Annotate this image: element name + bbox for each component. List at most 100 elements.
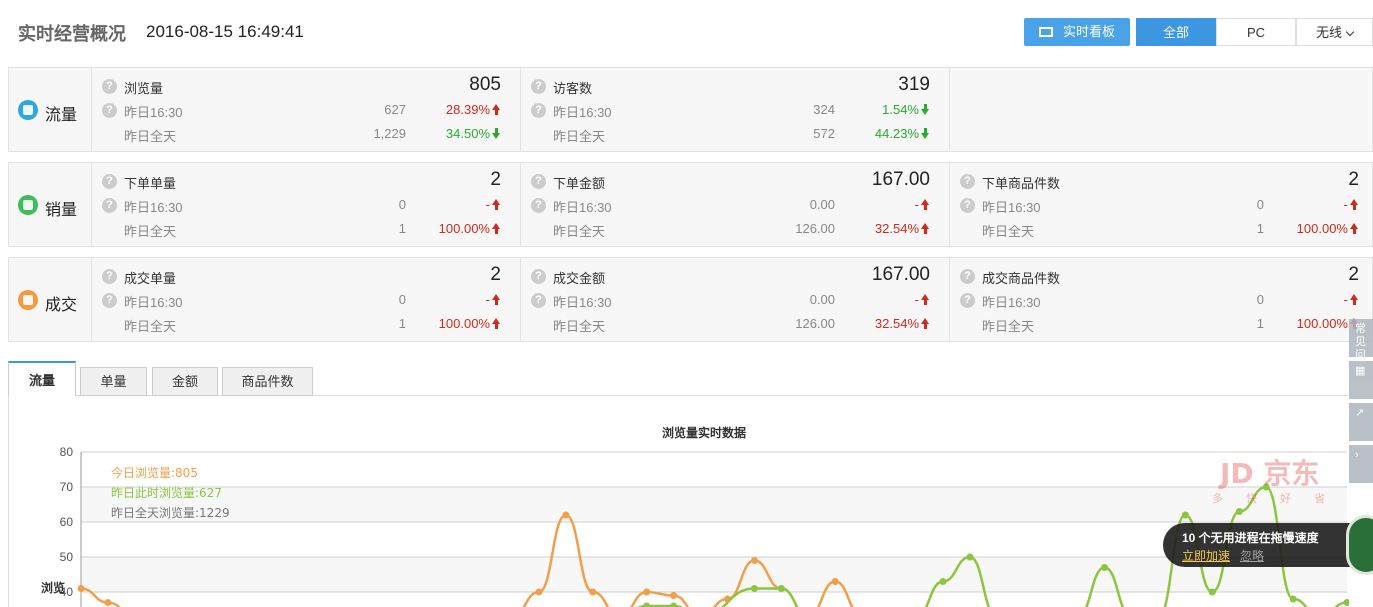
- data-point: [535, 588, 543, 596]
- row-name: 销量: [45, 202, 78, 219]
- segment-wireless-dropdown[interactable]: 无线: [1296, 18, 1373, 46]
- change-percent: -: [1343, 292, 1348, 307]
- edit-external-icon[interactable]: ↗: [1349, 403, 1373, 441]
- metric-name: 成交金额: [553, 271, 606, 286]
- help-icon[interactable]: ?: [960, 293, 975, 308]
- help-icon[interactable]: ?: [531, 269, 546, 284]
- data-point: [1289, 595, 1297, 603]
- metric-name: 成交单量: [124, 271, 177, 286]
- compare-label: 昨日全天: [553, 224, 606, 239]
- timestamp: 2016-08-15 16:49:41: [146, 22, 304, 41]
- metric-name: 下单金额: [553, 176, 606, 191]
- compare-value: 0.00: [809, 292, 835, 307]
- arrow-up-icon: [921, 318, 930, 329]
- help-icon[interactable]: ?: [102, 198, 117, 213]
- metric-cell: ? 成交金额 167.00? 昨日16:30 0.00 - 昨日全天 126.00 32.54%: [521, 258, 950, 341]
- metric-name: 浏览量: [124, 81, 164, 96]
- data-point: [939, 578, 947, 585]
- compare-label: 昨日16:30: [982, 295, 1041, 310]
- compare-label: 昨日16:30: [124, 200, 183, 215]
- metric-row-deal: 成交? 成交单量 2? 昨日16:30 0 - 昨日全天 1 100.00%? 成交金额 167.0…: [8, 257, 1373, 342]
- collapse-arrow-icon[interactable]: ›: [1349, 445, 1373, 483]
- change-percent: 1.54%: [882, 102, 919, 117]
- data-point: [831, 578, 839, 585]
- help-icon[interactable]: ?: [102, 79, 117, 94]
- compare-value: 1: [398, 221, 406, 236]
- arrow-up-icon: [492, 199, 501, 210]
- help-icon[interactable]: ?: [960, 198, 975, 213]
- sales-icon: [18, 195, 38, 215]
- data-point: [750, 557, 758, 564]
- data-point: [77, 585, 85, 592]
- metric-value: 319: [898, 74, 930, 95]
- metric-cell: ? 下单单量 2? 昨日16:30 0 - 昨日全天 1 100.00%: [92, 163, 521, 246]
- data-point: [1235, 508, 1243, 515]
- tab-items[interactable]: 商品件数: [222, 367, 313, 396]
- help-icon[interactable]: ?: [531, 293, 546, 308]
- y-tick-label: 80: [60, 445, 74, 459]
- metric-name: 成交商品件数: [982, 271, 1061, 286]
- fullscreen-icon: [1038, 27, 1053, 37]
- faq-button[interactable]: 常见问题: [1349, 319, 1373, 357]
- traffic-icon: [18, 100, 38, 120]
- y-tick-label: 70: [60, 480, 74, 494]
- help-icon[interactable]: ?: [960, 174, 975, 189]
- y-tick-label: 60: [60, 515, 74, 529]
- change-percent: 34.50%: [445, 126, 490, 141]
- row-label: 成交: [9, 258, 92, 341]
- segment-all[interactable]: 全部: [1136, 18, 1216, 46]
- speed-ball-icon[interactable]: [1346, 515, 1373, 575]
- row-name: 成交: [45, 297, 78, 314]
- help-icon[interactable]: ?: [531, 103, 546, 118]
- legend-entry: 昨日全天浏览量:1229: [111, 505, 230, 520]
- metric-cell: ? 成交商品件数 2? 昨日16:30 0 - 昨日全天 1 100.00%: [950, 258, 1373, 341]
- compare-value: 0: [398, 197, 406, 212]
- change-percent: 100.00%: [1296, 316, 1348, 331]
- help-icon[interactable]: ?: [531, 174, 546, 189]
- help-icon[interactable]: ?: [102, 293, 117, 308]
- legend-entry: 今日浏览量:805: [111, 465, 198, 480]
- help-icon[interactable]: ?: [960, 269, 975, 284]
- compare-value: 0: [1256, 292, 1264, 307]
- help-icon[interactable]: ?: [102, 103, 117, 118]
- change-percent: 44.23%: [874, 126, 919, 141]
- arrow-up-icon: [1350, 223, 1359, 234]
- arrow-down-icon: [921, 128, 930, 139]
- metric-value: 167.00: [871, 169, 930, 190]
- metric-cell: ? 浏览量 805? 昨日16:30 627 28.39% 昨日全天 1,229 34.50%: [92, 68, 521, 151]
- y-axis-label: 浏览: [41, 580, 65, 595]
- realtime-board-label: 实时看板: [1062, 24, 1115, 39]
- compare-label: 昨日16:30: [553, 105, 612, 120]
- tab-orders[interactable]: 单量: [80, 367, 147, 396]
- segment-wireless-label: 无线: [1315, 25, 1342, 40]
- ignore-link[interactable]: 忽略: [1240, 547, 1264, 564]
- help-icon[interactable]: ?: [531, 79, 546, 94]
- row-label: 销量: [9, 163, 92, 246]
- segment-pc[interactable]: PC: [1216, 18, 1296, 46]
- deal-icon: [18, 290, 38, 310]
- metric-value: 805: [469, 74, 501, 95]
- realtime-board-button[interactable]: 实时看板: [1024, 18, 1130, 46]
- data-point: [643, 602, 651, 607]
- compare-label: 昨日16:30: [982, 200, 1041, 215]
- metric-row-sales: 销量? 下单单量 2? 昨日16:30 0 - 昨日全天 1 100.00%? 下单金额 167.0…: [8, 162, 1373, 247]
- metric-cell: ? 访客数 319? 昨日16:30 324 1.54% 昨日全天 572 44.23%: [521, 68, 950, 151]
- help-icon[interactable]: ?: [531, 198, 546, 213]
- compare-value: 126.00: [795, 221, 835, 236]
- tab-amount[interactable]: 金额: [152, 367, 218, 396]
- data-point: [1101, 564, 1109, 571]
- metric-name: 下单单量: [124, 176, 177, 191]
- compare-value: 1,229: [373, 126, 406, 141]
- change-percent: 28.39%: [445, 102, 490, 117]
- help-icon[interactable]: ?: [102, 269, 117, 284]
- tab-traffic[interactable]: 流量: [8, 361, 76, 397]
- compare-value: 0: [398, 292, 406, 307]
- speedup-link[interactable]: 立即加速: [1182, 547, 1230, 564]
- data-point: [966, 553, 974, 561]
- empty-cell: [950, 68, 1373, 151]
- data-point: [643, 588, 651, 596]
- metric-cell: ? 下单金额 167.00? 昨日16:30 0.00 - 昨日全天 126.00 32.54%: [521, 163, 950, 246]
- row-name: 流量: [45, 107, 78, 124]
- qr-code-icon[interactable]: ▦: [1349, 361, 1373, 399]
- help-icon[interactable]: ?: [102, 174, 117, 189]
